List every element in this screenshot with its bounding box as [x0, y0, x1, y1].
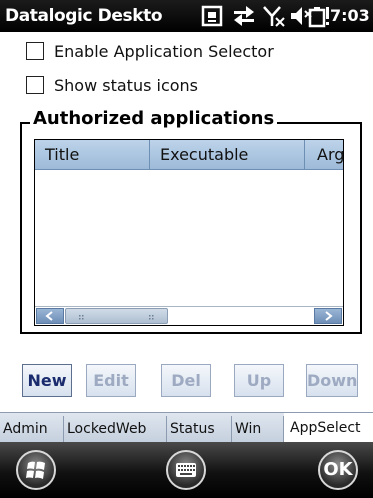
show-status-icons-checkbox[interactable] — [26, 76, 44, 94]
tab-status[interactable]: Status — [167, 416, 232, 442]
scroll-left-button[interactable] — [36, 308, 64, 324]
show-status-icons-label[interactable]: Show status icons — [54, 76, 198, 95]
ok-button[interactable]: OK — [318, 450, 358, 490]
column-header-arguments[interactable]: Arg — [305, 140, 343, 169]
list-header: Title Executable Arg — [35, 140, 343, 170]
authorized-applications-title: Authorized applications — [30, 108, 278, 129]
status-bar: Datalogic Deskto 7:03 — [0, 0, 373, 32]
edit-button[interactable]: Edit — [86, 364, 136, 397]
keyboard-icon — [176, 463, 196, 477]
delete-button[interactable]: Del — [161, 364, 211, 397]
scroll-right-button[interactable] — [314, 308, 342, 324]
move-down-button[interactable]: Down — [306, 364, 358, 397]
tab-win[interactable]: Win — [232, 416, 284, 442]
tab-appselect[interactable]: AppSelect — [284, 413, 373, 443]
show-status-icons-option[interactable]: Show status icons — [26, 74, 198, 96]
sip-input-icon[interactable] — [200, 4, 224, 28]
connectivity-arrows-icon[interactable] — [232, 4, 256, 28]
start-button[interactable] — [16, 450, 56, 490]
input-panel-button[interactable] — [166, 450, 206, 490]
move-up-button[interactable]: Up — [234, 364, 284, 397]
horizontal-scrollbar[interactable] — [35, 306, 343, 325]
authorized-applications-list[interactable]: Title Executable Arg — [34, 139, 344, 326]
scroll-thumb[interactable] — [65, 308, 168, 324]
ok-label: OK — [323, 459, 353, 480]
battery-warning-icon[interactable] — [308, 4, 332, 28]
grip-icon — [79, 315, 154, 320]
column-header-title[interactable]: Title — [35, 140, 150, 169]
enable-app-selector-label[interactable]: Enable Application Selector — [54, 42, 274, 61]
command-bar: OK — [0, 442, 373, 498]
enable-app-selector-option[interactable]: Enable Application Selector — [26, 40, 274, 62]
no-signal-antenna-icon[interactable] — [262, 4, 286, 28]
tab-strip: Admin LockedWeb Status Win AppSelect — [0, 412, 373, 443]
tab-lockedweb[interactable]: LockedWeb — [64, 416, 167, 442]
window-title: Datalogic Deskto — [5, 6, 163, 26]
enable-app-selector-checkbox[interactable] — [26, 42, 44, 60]
tab-admin[interactable]: Admin — [0, 416, 64, 442]
new-button[interactable]: New — [22, 364, 72, 397]
column-header-executable[interactable]: Executable — [150, 140, 305, 169]
windows-start-icon — [26, 461, 45, 479]
screen: Datalogic Deskto 7:03 Enable Application… — [0, 0, 373, 498]
clock[interactable]: 7:03 — [330, 6, 370, 25]
chevron-right-icon — [325, 311, 333, 321]
chevron-left-icon — [45, 311, 53, 321]
